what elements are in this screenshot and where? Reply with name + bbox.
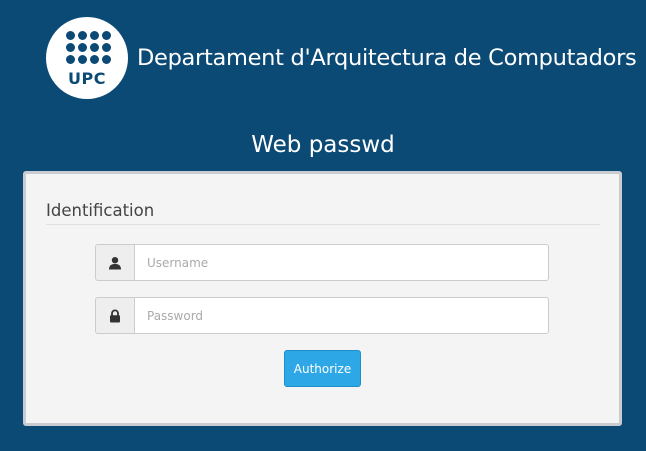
user-icon — [95, 244, 134, 281]
upc-logo: UPC — [46, 17, 128, 99]
logo-wordmark: UPC — [68, 69, 106, 88]
password-group — [95, 297, 549, 334]
authorize-button[interactable]: Authorize — [284, 350, 361, 387]
form-legend: Identification — [46, 200, 600, 225]
password-input[interactable] — [134, 297, 549, 334]
username-input[interactable] — [134, 244, 549, 281]
lock-icon — [95, 297, 134, 334]
login-panel: Identification Authorize — [23, 171, 622, 426]
username-group — [95, 244, 549, 281]
page-title: Web passwd — [251, 132, 395, 158]
department-name: Departament d'Arquitectura de Computador… — [137, 45, 637, 71]
logo-dots — [66, 31, 111, 69]
header: UPC Departament d'Arquitectura de Comput… — [46, 16, 637, 100]
